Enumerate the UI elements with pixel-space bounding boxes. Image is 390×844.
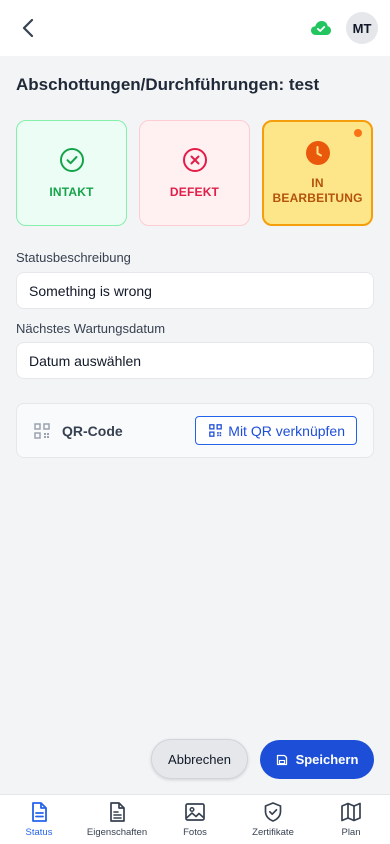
document-icon xyxy=(32,802,47,822)
cloud-sync-icon[interactable] xyxy=(310,19,332,37)
qr-code-title: QR-Code xyxy=(62,422,123,439)
x-circle-icon xyxy=(182,147,207,172)
top-bar: MT xyxy=(0,0,390,56)
nav-label-zertifikate: Zertifikate xyxy=(252,827,294,838)
cancel-button[interactable]: Abbrechen xyxy=(151,739,248,779)
qr-code-section: QR-Code Mit QR verknüpfen xyxy=(16,403,374,458)
save-button[interactable]: Speichern xyxy=(260,740,374,779)
clock-icon xyxy=(305,141,330,165)
status-intakt-card[interactable]: INTAKT xyxy=(16,120,127,226)
qr-code-header: QR-Code xyxy=(34,423,123,439)
check-circle-icon xyxy=(59,147,84,172)
nav-item-zertifikate[interactable]: Zertifikate xyxy=(234,801,312,838)
status-in-bearbeitung-card[interactable]: IN BEARBEITUNG xyxy=(262,120,373,226)
qr-code-icon xyxy=(34,422,50,439)
page-title: Abschottungen/Durchführungen: test xyxy=(16,75,320,94)
status-description-input[interactable]: Something is wrong xyxy=(16,272,374,309)
nav-item-eigenschaften[interactable]: Eigenschaften xyxy=(78,801,156,838)
nav-label-fotos: Fotos xyxy=(183,827,207,838)
user-avatar[interactable]: MT xyxy=(346,12,378,44)
nav-label-status: Status xyxy=(25,827,53,838)
nav-item-status[interactable]: Status xyxy=(0,801,78,838)
next-maintenance-date-picker[interactable]: Datum auswählen xyxy=(16,342,374,379)
chevron-left-icon xyxy=(22,19,34,37)
image-icon xyxy=(185,803,205,821)
nav-label-plan: Plan xyxy=(341,827,361,838)
top-right-group: MT xyxy=(310,12,378,44)
file-text-icon xyxy=(110,802,125,822)
nav-label-eigenschaften: Eigenschaften xyxy=(86,827,148,838)
next-maintenance-label: Nächstes Wartungsdatum xyxy=(16,321,166,336)
bottom-navigation: Status Eigenschaften Fotos Zertifikate P… xyxy=(0,794,390,844)
save-button-label: Speichern xyxy=(295,752,359,767)
link-qr-button[interactable]: Mit QR verknüpfen xyxy=(195,416,357,445)
shield-check-icon xyxy=(264,802,282,822)
status-options: INTAKT DEFEKT IN BEARBEITUNG xyxy=(16,120,374,226)
map-icon xyxy=(341,802,361,822)
nav-item-plan[interactable]: Plan xyxy=(312,801,390,838)
status-in-bearbeitung-label: IN BEARBEITUNG xyxy=(272,176,363,205)
status-description-label: Statusbeschreibung xyxy=(16,250,131,265)
nav-item-fotos[interactable]: Fotos xyxy=(156,801,234,838)
status-defekt-card[interactable]: DEFEKT xyxy=(139,120,250,226)
save-icon xyxy=(276,754,287,765)
link-qr-button-label: Mit QR verknüpfen xyxy=(228,422,345,439)
qr-code-icon xyxy=(209,424,223,437)
status-defekt-label: DEFEKT xyxy=(169,184,220,199)
back-button[interactable] xyxy=(16,16,40,40)
selected-indicator-dot xyxy=(354,129,362,137)
status-intakt-label: INTAKT xyxy=(49,184,94,199)
